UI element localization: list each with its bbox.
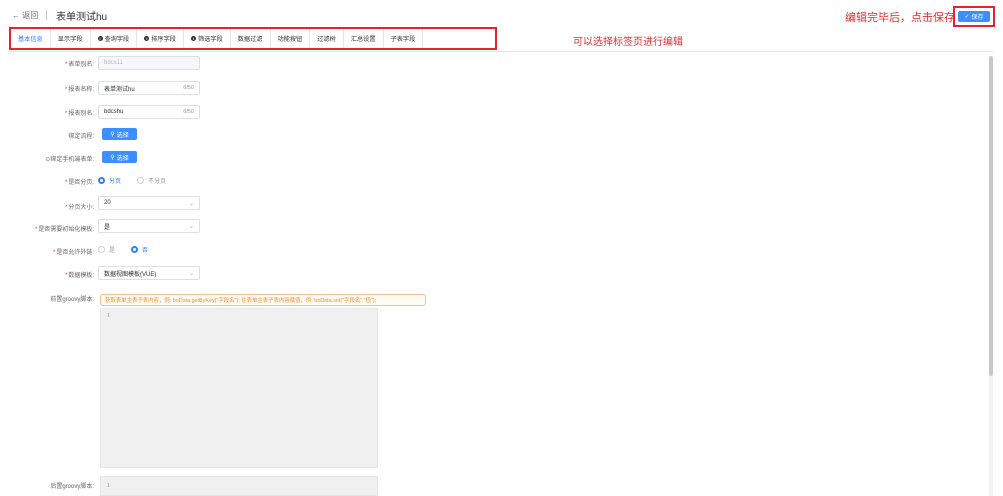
info-icon: i [191,36,196,41]
info-icon: i [97,36,103,41]
save-button[interactable]: ✓ 保存 [958,11,990,22]
init-template-label: *是否需要初始化模板: [34,227,94,233]
radio-checked-icon [98,177,105,184]
save-annotation: 编辑完毕后，点击保存 [845,12,955,24]
page-title: 表单测试hu [56,12,108,23]
tab-basic-info[interactable]: 基本信息 [11,29,51,48]
char-counter: 6/50 [183,85,194,91]
report-name-label: *报表名称: [64,87,94,93]
report-alias-label: *报表别名: [64,111,94,117]
save-highlight-box: ✓ 保存 [953,6,995,27]
select-process-button[interactable]: ⚲ 选择 [102,128,137,140]
divider [46,10,47,20]
tab-function-buttons[interactable]: 功能按钮 [271,29,311,48]
tab-data-filter[interactable]: 数据过滤 [231,29,271,48]
tab-filter-tree[interactable]: 过滤树 [310,29,344,48]
report-name-field[interactable]: 表单测试hu 6/50 [98,81,200,95]
allow-link-label: *是否允许外链: [52,250,94,256]
line-number: 1 [107,313,111,319]
init-template-select[interactable]: 是 ⌄ [98,219,200,233]
post-groovy-editor[interactable]: 1 [100,476,378,496]
tab-query-fields[interactable]: i 查询字段 [91,29,138,48]
radio-unchecked-icon [137,177,144,184]
paging-no-radio[interactable]: 不分页 [137,176,166,185]
search-icon: ⚲ [110,131,115,138]
bind-process-label: 绑定流程: [68,134,94,140]
page-size-select[interactable]: 20 ⌄ [98,196,200,210]
info-icon: i [144,36,150,41]
paging-yes-radio[interactable]: 分页 [98,176,121,185]
report-alias-field[interactable]: bdcshu 6/50 [98,105,200,119]
allow-link-no-radio[interactable]: 否 [131,245,148,254]
allow-link-yes-radio[interactable]: 是 [98,245,115,254]
chevron-down-icon: ⌄ [188,223,194,230]
check-icon: ✓ [964,14,970,20]
search-icon: ⚲ [110,154,115,161]
tab-subtable-fields[interactable]: 子表字段 [384,29,424,48]
tab-display-fields[interactable]: 显示字段 [51,29,91,48]
top-bar: ← 返回 表单测试hu 编辑完毕后，点击保存 ✓ 保存 [0,0,1003,28]
tab-filter-fields[interactable]: i 筛选字段 [184,29,231,48]
page-size-label: *分页大小: [64,205,94,211]
char-counter: 6/50 [183,109,194,115]
pre-groovy-label: 前置groovy脚本: [50,297,94,303]
form-alias-field[interactable]: bdcs11 [98,56,200,70]
bind-mobile-form-label: ⊙绑定手机端表单: [45,157,94,163]
select-mobile-form-button[interactable]: ⚲ 选择 [102,151,137,163]
tab-sort-fields[interactable]: i 排序字段 [137,29,184,48]
tabs-highlight-box: 基本信息 显示字段 i 查询字段 i 排序字段 i 筛选字段 数据过滤 功能按钮 过滤… [9,27,497,50]
scrollbar-thumb[interactable] [989,56,993,376]
radio-unchecked-icon [98,246,105,253]
back-link[interactable]: ← 返回 [12,10,38,21]
data-template-label: *数据模板: [64,273,94,279]
tab-summary-settings[interactable]: 汇总设置 [344,29,384,48]
tab-bar: 基本信息 显示字段 i 查询字段 i 排序字段 i 筛选字段 数据过滤 功能按钮 过滤… [11,29,424,48]
paging-label: *是否分页: [64,180,94,186]
post-groovy-label: 后置groovy脚本: [50,484,94,490]
save-button-label: 保存 [971,15,984,21]
form-alias-label: *表单别名: [64,62,94,68]
tab-underline [9,51,993,52]
data-template-select[interactable]: 数据视图模板(VUE) ⌄ [98,266,200,280]
tab-annotation: 可以选择标签页进行编辑 [573,37,683,48]
line-number: 1 [107,483,111,489]
groovy-hint: 获取表单主表子表内容，例: boData.getByKey("字段名"); 往表… [100,294,426,306]
pre-groovy-editor[interactable]: 1 [100,308,378,468]
chevron-down-icon: ⌄ [188,270,194,277]
radio-checked-icon [131,246,138,253]
chevron-down-icon: ⌄ [188,200,194,207]
